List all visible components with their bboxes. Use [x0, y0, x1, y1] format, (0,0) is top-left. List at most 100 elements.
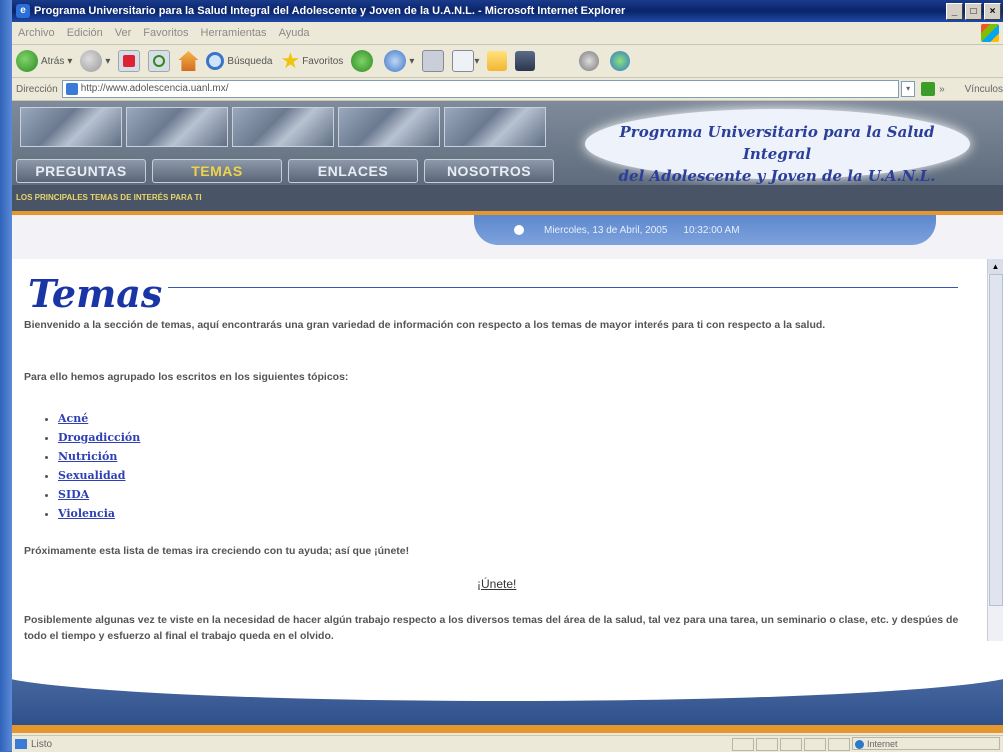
- status-pane: [828, 738, 850, 751]
- maximize-button[interactable]: □: [965, 3, 982, 20]
- section-subtitle: LOS PRINCIPALES TEMAS DE INTERÉS PARA TI: [16, 193, 202, 202]
- nav-nosotros[interactable]: NOSOTROS: [424, 159, 554, 183]
- footer-wave-white: [12, 641, 1003, 701]
- address-label: Dirección: [16, 83, 58, 95]
- status-text: Listo: [31, 738, 53, 750]
- subtitle-bar: LOS PRINCIPALES TEMAS DE INTERÉS PARA TI: [12, 185, 1003, 211]
- refresh-icon: [148, 50, 171, 72]
- close-button[interactable]: ×: [984, 3, 1001, 20]
- messenger-button[interactable]: [579, 51, 602, 71]
- topic-link-nutricion[interactable]: Nutrición: [58, 450, 117, 463]
- site-nav: PREGUNTAS TEMAS ENLACES NOSOTROS: [16, 159, 554, 183]
- links-label[interactable]: Vínculos: [965, 84, 1003, 95]
- favorites-label: Favoritos: [302, 55, 344, 67]
- status-pane: [780, 738, 802, 751]
- title-bar[interactable]: e Programa Universitario para la Salud I…: [12, 0, 1003, 22]
- home-button[interactable]: [178, 51, 199, 71]
- site-header: Programa Universitario para la Salud Int…: [12, 101, 1003, 259]
- menu-ayuda[interactable]: Ayuda: [279, 27, 310, 39]
- header-photo: [20, 107, 122, 147]
- header-photos: [20, 107, 546, 147]
- forward-icon: [80, 50, 103, 72]
- forward-dropdown-icon[interactable]: ▾: [105, 56, 110, 67]
- messenger-icon: [579, 51, 600, 71]
- list-item: Nutrición: [58, 447, 140, 466]
- print-icon: [422, 50, 445, 72]
- star-icon: ★: [280, 48, 301, 73]
- minimize-button[interactable]: _: [946, 3, 963, 20]
- join-link[interactable]: ¡Únete!: [477, 577, 516, 591]
- topic-link-violencia[interactable]: Violencia: [58, 507, 115, 520]
- history-button[interactable]: [351, 50, 376, 72]
- favorites-button[interactable]: ★ Favoritos: [280, 48, 343, 74]
- header-photo: [126, 107, 228, 147]
- menu-ver[interactable]: Ver: [115, 27, 132, 39]
- list-item: Drogadicción: [58, 428, 140, 447]
- stop-icon: [118, 50, 141, 72]
- header-photo: [444, 107, 546, 147]
- globe-icon: [855, 740, 864, 749]
- research-button[interactable]: [515, 51, 536, 71]
- zone-label: Internet: [867, 739, 898, 749]
- footer-orange: [12, 725, 1003, 733]
- discuss-button[interactable]: [610, 51, 633, 71]
- topic-link-drogadiccion[interactable]: Drogadicción: [58, 431, 140, 444]
- go-chevron-icon[interactable]: »: [939, 84, 945, 95]
- vertical-scrollbar[interactable]: ▲ ▼: [987, 259, 1003, 669]
- logo-line-1: Programa Universitario para la Salud Int…: [619, 123, 935, 163]
- topic-link-acne[interactable]: Acné: [58, 412, 88, 425]
- mail-icon: [384, 50, 407, 72]
- refresh-button[interactable]: [148, 50, 171, 72]
- folder-button[interactable]: [487, 51, 508, 71]
- menu-favoritos[interactable]: Favoritos: [143, 27, 188, 39]
- address-url: http://www.adolescencia.uanl.mx/: [80, 83, 229, 94]
- status-bar: Listo Internet: [12, 735, 1003, 752]
- history-icon: [351, 50, 374, 72]
- search-button[interactable]: Búsqueda: [206, 52, 272, 70]
- topic-link-sida[interactable]: SIDA: [58, 488, 89, 501]
- print-button[interactable]: [422, 50, 445, 72]
- list-item: Sexualidad: [58, 466, 140, 485]
- menu-archivo[interactable]: Archivo: [18, 27, 55, 39]
- header-photo: [232, 107, 334, 147]
- menu-herramientas[interactable]: Herramientas: [201, 27, 267, 39]
- scroll-thumb[interactable]: [989, 274, 1003, 606]
- back-label: Atrás: [41, 55, 65, 67]
- menu-edicion[interactable]: Edición: [67, 27, 103, 39]
- topic-list: Acné Drogadicción Nutrición Sexualidad S…: [48, 409, 140, 523]
- back-button[interactable]: Atrás ▾: [16, 50, 72, 72]
- address-bar: Dirección http://www.adolescencia.uanl.m…: [12, 78, 1003, 101]
- nav-enlaces[interactable]: ENLACES: [288, 159, 418, 183]
- current-date: Miercoles, 13 de Abril, 2005: [544, 224, 668, 236]
- folder-icon: [487, 51, 508, 71]
- mail-button[interactable]: ▾: [384, 50, 414, 72]
- back-dropdown-icon[interactable]: ▾: [67, 56, 72, 67]
- browser-window: e Programa Universitario para la Salud I…: [12, 0, 1003, 752]
- logo-line-2: del Adolescente y Joven de la U.A.N.L.: [618, 167, 936, 185]
- search-icon: [206, 52, 225, 70]
- grouped-text: Para ello hemos agrupado los escritos en…: [24, 371, 349, 383]
- page-viewport: Programa Universitario para la Salud Int…: [12, 101, 1003, 733]
- footer-wave: [12, 641, 1003, 733]
- intro-text: Bienvenido a la sección de temas, aquí e…: [24, 319, 826, 331]
- date-pill: Miercoles, 13 de Abril, 2005 10:32:00 AM: [474, 215, 936, 245]
- go-button[interactable]: [921, 82, 936, 96]
- growing-text: Próximamente esta lista de temas ira cre…: [24, 545, 410, 557]
- nav-temas[interactable]: TEMAS: [152, 159, 282, 183]
- page-icon: [65, 83, 78, 95]
- status-pane: [804, 738, 826, 751]
- stop-button[interactable]: [118, 50, 141, 72]
- address-dropdown-icon[interactable]: ▾: [901, 81, 916, 97]
- security-zone: Internet: [852, 737, 1000, 750]
- edit-dropdown-icon[interactable]: ▾: [474, 56, 479, 67]
- scroll-up-icon[interactable]: ▲: [988, 259, 1003, 274]
- title-rule: [168, 287, 958, 288]
- forward-button[interactable]: ▾: [80, 50, 110, 72]
- toolbar: Atrás ▾ ▾ Búsqueda ★ Favoritos ▾ ▾: [12, 45, 1003, 78]
- nav-preguntas[interactable]: PREGUNTAS: [16, 159, 146, 183]
- mail-dropdown-icon[interactable]: ▾: [409, 56, 414, 67]
- edit-button[interactable]: ▾: [452, 50, 479, 72]
- topic-link-sexualidad[interactable]: Sexualidad: [58, 469, 126, 482]
- address-input[interactable]: http://www.adolescencia.uanl.mx/: [61, 80, 900, 98]
- date-band: Miercoles, 13 de Abril, 2005 10:32:00 AM: [12, 215, 1003, 259]
